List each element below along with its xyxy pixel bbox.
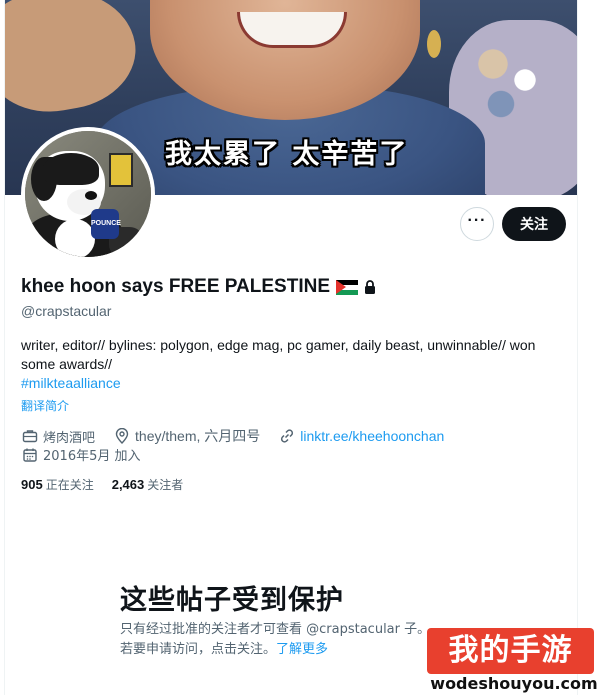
profile-location: they/them, 六月四号 [135, 428, 261, 444]
calendar-icon [21, 446, 39, 464]
avatar-sign [109, 153, 133, 187]
lock-icon [364, 279, 378, 295]
more-options-label: ··· [467, 212, 487, 229]
join-date: 2016年5月 加入 [43, 449, 141, 464]
palestine-flag-icon [336, 279, 359, 295]
followers-count: 2,463 [111, 477, 145, 492]
bio-text: writer, editor// bylines: polygon, edge … [21, 337, 536, 372]
hashtag-link[interactable]: #milkteaalliance [21, 375, 121, 391]
protected-message: 只有经过批准的关注者才可查看 @crapstacular 子。若要申请访问，点击… [120, 620, 440, 660]
protected-title: 这些帖子受到保护 [120, 585, 344, 616]
user-handle: @crapstacular [21, 303, 112, 319]
location-pin-icon [113, 427, 131, 445]
website-link[interactable]: linktr.ee/kheehoonchan [300, 428, 444, 444]
profile-meta-row: 烤肉酒吧 they/them, 六月四号 linktr.ee/kheehoonc… [21, 426, 444, 446]
name-row: khee hoon says FREE PALESTINE [21, 276, 378, 298]
following-label: 正在关注 [45, 478, 94, 492]
followers-stat[interactable]: 2,463 关注者 [112, 476, 184, 493]
dog-chest [55, 219, 95, 257]
watermark-url: wodeshouyou.com [430, 674, 598, 693]
more-options-button[interactable]: ··· [460, 207, 494, 241]
following-count: 905 [21, 477, 43, 492]
learn-more-link[interactable]: 了解更多 [276, 642, 328, 657]
display-name: khee hoon says FREE PALESTINE [21, 276, 331, 297]
avatar[interactable]: POUNCE [21, 127, 155, 261]
follow-stats: 905 正在关注 2,463 关注者 [21, 476, 183, 493]
dog-patch [43, 153, 99, 185]
briefcase-icon [21, 427, 39, 445]
join-date-row: 2016年5月 加入 [21, 445, 141, 464]
microphone-icon: POUNCE [91, 209, 121, 239]
followers-label: 关注者 [147, 478, 184, 492]
avatar-photo: POUNCE [25, 131, 151, 257]
banner-subtitle: 我太累了 太辛苦了 [165, 139, 409, 170]
follow-button[interactable]: 关注 [502, 207, 566, 241]
banner-flowers [469, 40, 549, 120]
profile-page: 我太累了 太辛苦了 POUNCE ··· 关注 khee hoon says F… [4, 0, 578, 695]
profile-category: 烤肉酒吧 [43, 430, 96, 446]
dog-nose [85, 191, 97, 200]
banner-earring [427, 30, 441, 58]
watermark-logo: 我的手游 [427, 628, 594, 674]
banner-shoulder [5, 0, 145, 123]
translate-bio-link[interactable]: 翻译简介 [21, 397, 69, 414]
link-icon [278, 427, 296, 445]
following-stat[interactable]: 905 正在关注 [21, 476, 94, 493]
